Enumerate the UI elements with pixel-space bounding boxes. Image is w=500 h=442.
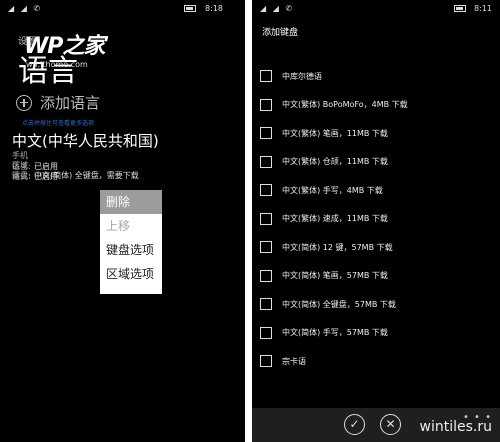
- keyboard-list: 中库尔德语 中文(繁体) BoPoMoFo，4MB 下载 中文(繁体) 笔画，1…: [260, 62, 490, 376]
- context-menu: 删除 上移 键盘选项 区域选项: [100, 190, 162, 294]
- menu-item-delete[interactable]: 删除: [100, 190, 162, 214]
- watermark-main: WP之家: [24, 34, 105, 59]
- status-time: 8:11: [474, 4, 492, 13]
- right-phone-screen: ◢ ◢ ✆ 8:11 添加键盘 中库尔德语 中文(繁体) BoPoMoFo，4M…: [252, 0, 500, 442]
- keyboard-item[interactable]: 中文(简体) 手写，57MB 下载: [260, 319, 490, 348]
- menu-item-region-options[interactable]: 区域选项: [100, 262, 162, 286]
- info-row-keyboard: 键盘: 中文(简体) 全键盘，需要下载: [12, 170, 139, 181]
- checkbox[interactable]: [260, 212, 272, 225]
- checkbox[interactable]: [260, 298, 272, 311]
- keyboard-item[interactable]: 中文(简体) 笔画，57MB 下载: [260, 262, 490, 291]
- left-phone-screen: ◢ ◢ ✆ 8:18 设置 语言 WP之家 wp.ithome.com 添加语言…: [0, 0, 245, 442]
- keyboard-item[interactable]: 中文(繁体) BoPoMoFo，4MB 下载: [260, 91, 490, 120]
- keyboard-label: 中文(简体) 全键盘，57MB 下载: [282, 299, 396, 309]
- keyboard-item[interactable]: 中文(繁体) 手写，4MB 下载: [260, 176, 490, 205]
- keyboard-label: 中文(简体) 12 键，57MB 下载: [282, 242, 393, 252]
- checkbox[interactable]: [260, 326, 272, 339]
- check-icon[interactable]: ✓: [344, 414, 365, 435]
- watermark-sub: wp.ithome.com: [26, 60, 88, 69]
- keyboard-item[interactable]: 中文(简体) 12 键，57MB 下载: [260, 233, 490, 262]
- battery-icon: [454, 5, 466, 12]
- keyboard-item[interactable]: 中文(简体) 全键盘，57MB 下载: [260, 290, 490, 319]
- keyboard-label: 宗卡语: [282, 356, 306, 366]
- checkbox[interactable]: [260, 98, 272, 111]
- signal-icon: ◢ ◢ ✆: [8, 4, 43, 13]
- keyboard-label: 中文(简体) 笔画，57MB 下载: [282, 271, 388, 281]
- keyboard-label: 中文(繁体) 笔画，11MB 下载: [282, 128, 388, 138]
- checkbox[interactable]: [260, 241, 272, 254]
- add-language-label: 添加语言: [40, 94, 101, 112]
- app-bar: • • • ✓ ✕ wintiles.ru: [252, 408, 500, 442]
- watermark-logo: WP之家 wp.ithome.com: [24, 28, 105, 69]
- menu-item-keyboard-options[interactable]: 键盘选项: [100, 238, 162, 262]
- hint-text: 点击并按住可查看更多选项: [22, 120, 95, 127]
- status-bar: ◢ ◢ ✆ 8:11: [252, 0, 500, 18]
- info-value: 中文(简体) 全键盘，需要下载: [34, 171, 139, 180]
- status-bar: ◢ ◢ ✆ 8:18: [0, 0, 245, 18]
- info-key: 键盘:: [12, 171, 31, 180]
- checkbox[interactable]: [260, 184, 272, 197]
- menu-item-move-up[interactable]: 上移: [100, 214, 162, 238]
- keyboard-item[interactable]: 宗卡语: [260, 347, 490, 376]
- keyboard-item[interactable]: 中文(繁体) 笔画，11MB 下载: [260, 119, 490, 148]
- add-language-button[interactable]: 添加语言: [16, 92, 100, 113]
- checkbox[interactable]: [260, 155, 272, 168]
- brand-watermark: wintiles.ru: [419, 419, 492, 435]
- checkbox[interactable]: [260, 269, 272, 282]
- status-time: 8:18: [205, 4, 223, 13]
- checkbox[interactable]: [260, 127, 272, 140]
- keyboard-label: 中文(繁体) 手写，4MB 下载: [282, 185, 383, 195]
- keyboard-label: 中文(简体) 手写，57MB 下载: [282, 328, 388, 338]
- keyboard-label: 中文(繁体) BoPoMoFo，4MB 下载: [282, 100, 408, 110]
- keyboard-item[interactable]: 中文(繁体) 仓颉，11MB 下载: [260, 148, 490, 177]
- cancel-icon[interactable]: ✕: [380, 414, 401, 435]
- keyboard-item[interactable]: 中库尔德语: [260, 62, 490, 91]
- keyboard-item[interactable]: 中文(繁体) 速成，11MB 下载: [260, 205, 490, 234]
- keyboard-label: 中文(繁体) 仓颉，11MB 下载: [282, 157, 388, 167]
- checkbox[interactable]: [260, 355, 272, 368]
- plus-icon: [16, 94, 32, 111]
- checkbox[interactable]: [260, 70, 272, 83]
- signal-icon: ◢ ◢ ✆: [260, 4, 295, 13]
- keyboard-label: 中库尔德语: [282, 71, 322, 81]
- page-title: 添加键盘: [262, 28, 299, 38]
- keyboard-label: 中文(繁体) 速成，11MB 下载: [282, 214, 388, 224]
- language-item[interactable]: 中文(中华人民共和国): [12, 130, 159, 151]
- battery-icon: [184, 5, 196, 12]
